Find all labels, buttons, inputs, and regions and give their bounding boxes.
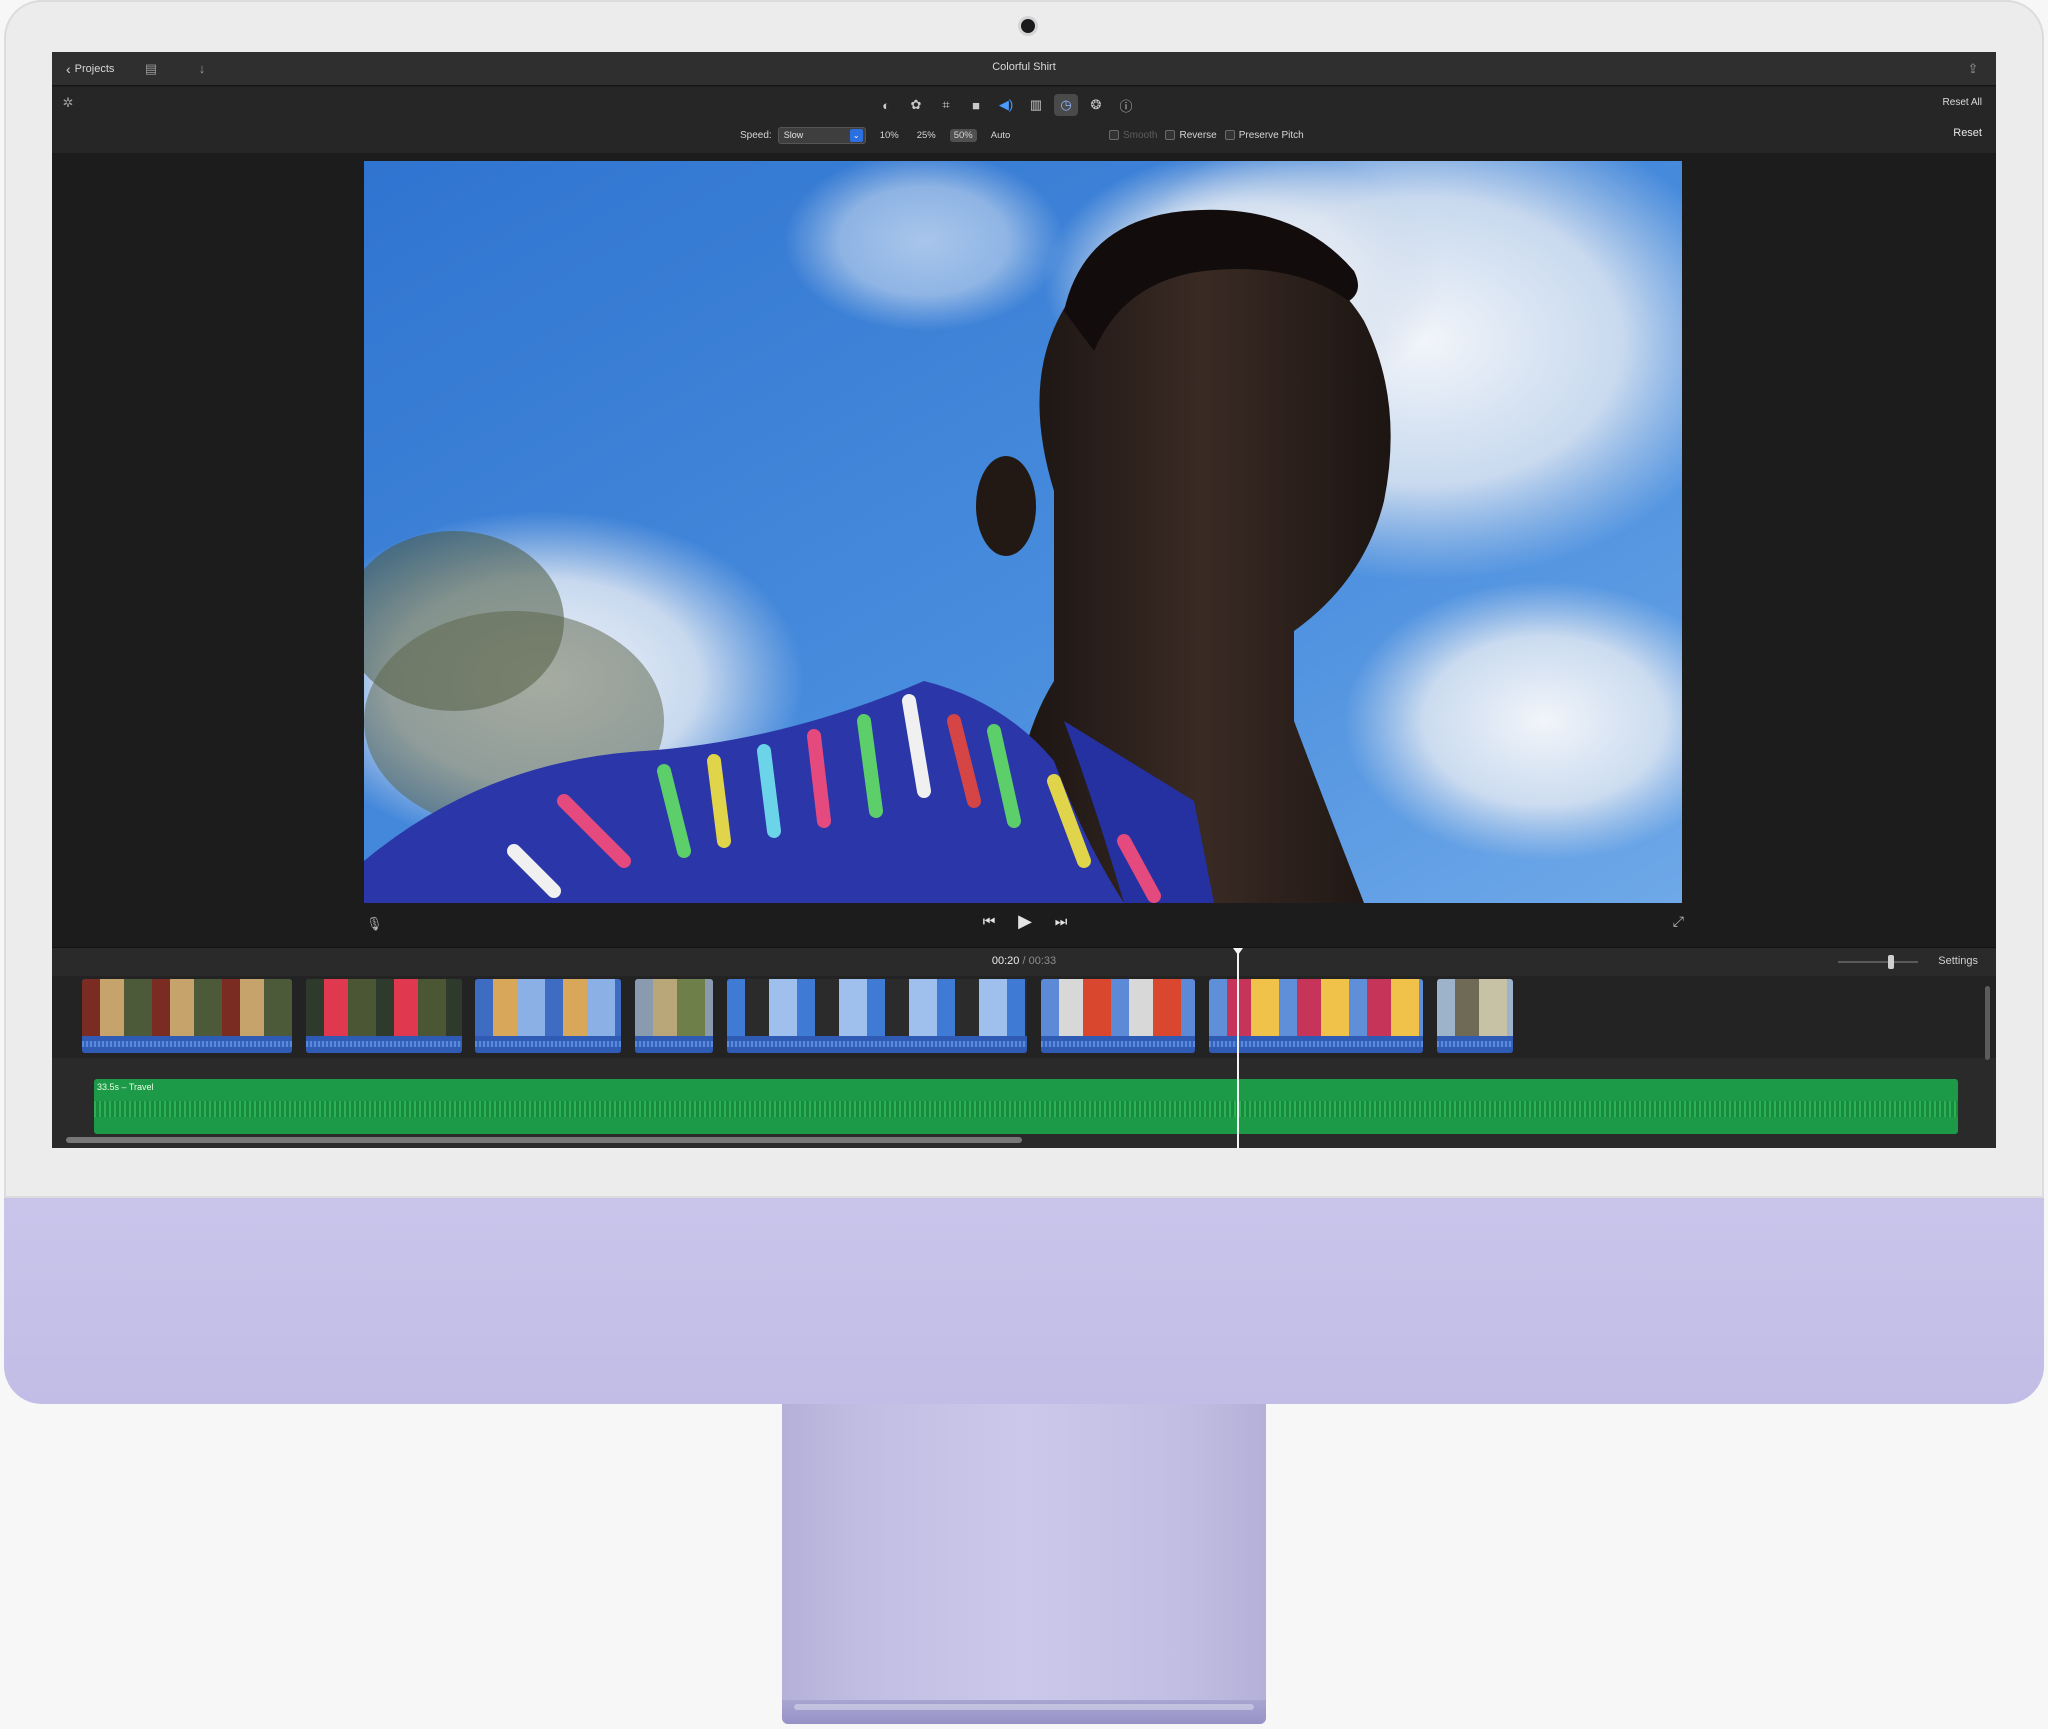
current-time: 00:20: [991, 955, 1020, 967]
clip-woman-sky[interactable]: [475, 979, 621, 1053]
imovie-window: ‹ Projects ▤ ↓ Colorful Shirt ⇪ ✲ ◐ ✿ ⌗ ■ ◀)…: [52, 52, 1996, 1148]
clip-thumbnails: [1437, 979, 1513, 1036]
audio-track-label: 33.5s – Travel: [97, 1082, 154, 1092]
checkbox-icon: [1224, 130, 1235, 140]
window-title: Colorful Shirt: [992, 61, 1056, 73]
clip-thumbnails: [306, 979, 462, 1036]
speed-preset-auto[interactable]: Auto: [987, 129, 1015, 142]
speed-preset-25[interactable]: 25%: [913, 129, 940, 142]
info-icon[interactable]: ⓘ: [1114, 94, 1138, 116]
color-balance-icon[interactable]: ◐: [874, 94, 898, 116]
reset-button[interactable]: Reset: [1953, 127, 1982, 139]
skip-forward-button[interactable]: ⏭: [1052, 913, 1070, 930]
zoom-slider-knob[interactable]: [1888, 955, 1894, 969]
clip-thumbnails: [475, 979, 621, 1036]
timecode: 00:20 / 00:33: [52, 955, 1996, 967]
clip-friends-jackets[interactable]: [1041, 979, 1195, 1053]
audio-track-travel[interactable]: 33.5s – Travel: [94, 1079, 1958, 1134]
clip-coast[interactable]: [1437, 979, 1513, 1053]
speed-icon[interactable]: ◷: [1054, 94, 1078, 116]
vertical-scrollbar[interactable]: [1985, 986, 1990, 1060]
equalizer-icon[interactable]: ▥: [1024, 94, 1048, 116]
clip-filter-icon[interactable]: ❂: [1084, 94, 1108, 116]
smooth-checkbox[interactable]: Smooth: [1109, 130, 1157, 141]
playhead[interactable]: [1233, 948, 1243, 1148]
volume-icon[interactable]: ◀): [994, 94, 1018, 116]
adjustments-toolbar: ✲ ◐ ✿ ⌗ ■ ◀) ▥ ◷ ❂ ⓘ Reset All Speed: Slow ⌄ 10%…: [52, 87, 1996, 153]
crop-icon[interactable]: ⌗: [934, 94, 958, 116]
title-bar: ‹ Projects ▤ ↓ Colorful Shirt ⇪: [52, 52, 1996, 86]
imac-stand-foot: [782, 1700, 1266, 1724]
checkbox-icon: [1165, 130, 1176, 140]
horizontal-scrollbar[interactable]: [66, 1137, 1022, 1143]
camera-icon: [1021, 19, 1035, 33]
timeline-settings-button[interactable]: Settings: [1938, 955, 1978, 967]
timeline: 00:20 / 00:33 Settings 33.5s – Travel: [52, 947, 1996, 1148]
speed-options: Smooth Reverse Preserve Pitch: [1109, 126, 1304, 144]
checkbox-icon: [1109, 130, 1119, 140]
speed-dropdown[interactable]: Slow ⌄: [777, 126, 866, 144]
skip-back-button[interactable]: ⏮: [980, 913, 998, 930]
clip-audio-waveform: [635, 1036, 713, 1053]
clip-thumbnails: [1041, 979, 1195, 1036]
adjustment-tools: ◐ ✿ ⌗ ■ ◀) ▥ ◷ ❂ ⓘ: [874, 94, 1138, 116]
color-correction-icon[interactable]: ✿: [904, 94, 928, 116]
reverse-checkbox[interactable]: Reverse: [1165, 129, 1217, 141]
preserve-pitch-checkbox[interactable]: Preserve Pitch: [1224, 129, 1304, 141]
fullscreen-icon[interactable]: ⤢: [1673, 913, 1684, 930]
clip-audio-waveform: [1209, 1036, 1423, 1053]
video-viewer: 🎙 ⏮ ▶ ⏭ ⤢: [52, 153, 1996, 947]
share-icon[interactable]: ⇪: [1964, 61, 1982, 77]
clip-audio-waveform: [1437, 1036, 1513, 1053]
imac-chin: [4, 1198, 2044, 1404]
reset-all-button[interactable]: Reset All: [1943, 97, 1982, 108]
imac-stand: [782, 1404, 1266, 1704]
microphone-icon[interactable]: 🎙: [366, 916, 383, 934]
preserve-pitch-label: Preserve Pitch: [1238, 129, 1304, 141]
play-button[interactable]: ▶: [1016, 911, 1034, 932]
clip-audio-waveform: [82, 1036, 292, 1053]
portrait-man-colorful-shirt: [364, 161, 1682, 903]
stabilization-icon[interactable]: ■: [964, 94, 988, 116]
clip-group-selfie[interactable]: [1209, 979, 1423, 1053]
reverse-label: Reverse: [1179, 129, 1217, 141]
clip-thumbnails: [82, 979, 292, 1036]
clip-thumbnails: [727, 979, 1027, 1036]
smooth-label: Smooth: [1123, 129, 1158, 141]
clip-thumbnails: [1209, 979, 1423, 1036]
clip-audio-waveform: [1041, 1036, 1195, 1053]
clip-audio-waveform: [727, 1036, 1027, 1053]
time-separator: /: [1022, 955, 1026, 967]
speed-dropdown-value: Slow: [783, 130, 804, 140]
clip-audio-waveform: [475, 1036, 621, 1053]
timeline-zoom-slider[interactable]: [1838, 955, 1918, 969]
speed-preset-50[interactable]: 50%: [949, 128, 977, 142]
clip-thumbnails: [635, 979, 713, 1036]
magic-wand-icon[interactable]: ✲: [59, 95, 77, 113]
chevron-down-icon: ⌄: [849, 128, 863, 142]
clip-audio-waveform: [306, 1036, 462, 1053]
speed-preset-10[interactable]: 10%: [876, 129, 903, 142]
clip-landscape[interactable]: [635, 979, 713, 1053]
clip-man-sky[interactable]: [727, 979, 1027, 1053]
speed-label: Speed:: [740, 129, 772, 141]
total-time: 00:33: [1028, 955, 1057, 967]
clip-woman-window[interactable]: [82, 979, 292, 1053]
playback-controls: ⏮ ▶ ⏭: [980, 911, 1070, 932]
clip-red-leaf[interactable]: [306, 979, 462, 1053]
video-track: [52, 976, 1996, 1058]
speed-controls: Speed: Slow ⌄ 10% 25% 50% Auto: [740, 126, 1014, 144]
video-frame[interactable]: [364, 161, 1682, 903]
